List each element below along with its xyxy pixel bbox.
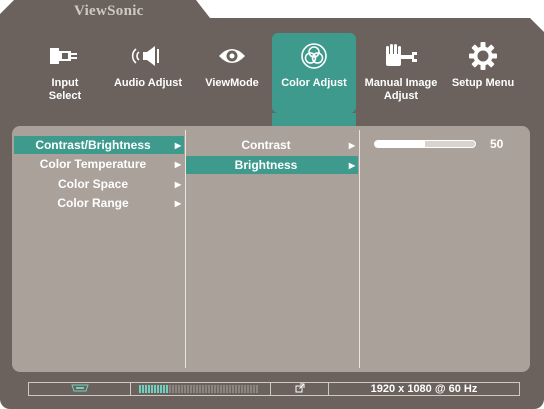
status-link: [270, 382, 328, 396]
color-circles-icon: [300, 39, 328, 73]
status-meter: [130, 382, 270, 396]
meter-segment: [205, 385, 207, 393]
arrow-right-icon: ▶: [174, 198, 182, 208]
speaker-icon: [131, 39, 165, 73]
brightness-slider[interactable]: [374, 140, 476, 148]
tab-label: Manual Image Adjust: [364, 77, 438, 102]
menu-item-color-space[interactable]: Color Space ▶: [14, 175, 184, 193]
meter-segment: [247, 385, 249, 393]
meter-segment: [175, 385, 177, 393]
meter-segment: [172, 385, 174, 393]
meter-segment: [214, 385, 216, 393]
eye-icon: [217, 39, 247, 73]
tab-color-adjust[interactable]: Color Adjust: [272, 33, 356, 113]
meter-segment: [253, 385, 255, 393]
arrow-right-icon: ▶: [174, 179, 182, 189]
tab-label: Setup Menu: [451, 77, 515, 89]
slider-fill: [375, 141, 425, 147]
menu-item-label: Color Range: [57, 196, 129, 210]
meter-segment: [220, 385, 222, 393]
tab-viewmode[interactable]: ViewMode: [196, 33, 268, 113]
input-select-icon: [49, 39, 81, 73]
meter-segment: [223, 385, 225, 393]
meter-segment: [202, 385, 204, 393]
arrow-right-icon: ▶: [348, 160, 356, 170]
level-meter: [139, 385, 258, 393]
tab-label: Audio Adjust: [113, 77, 183, 89]
meter-segment: [256, 385, 258, 393]
menu-item-color-range[interactable]: Color Range ▶: [14, 194, 184, 212]
arrow-right-icon: ▶: [348, 140, 356, 150]
meter-segment: [232, 385, 234, 393]
hand-wrench-icon: [383, 39, 419, 73]
menu-item-contrast-brightness[interactable]: Contrast/Brightness ▶: [14, 136, 184, 154]
status-bar: 1920 x 1080 @ 60 Hz: [28, 382, 520, 396]
tab-label: Input Select: [48, 77, 82, 102]
column-divider: [359, 130, 360, 368]
menu-item-label: Color Space: [57, 177, 129, 191]
menu-item-label: Brightness: [234, 158, 298, 172]
menu-item-label: Contrast/Brightness: [35, 138, 151, 152]
menu-item-label: Color Temperature: [39, 157, 147, 171]
tab-label: Color Adjust: [281, 77, 347, 89]
meter-segment: [187, 385, 189, 393]
meter-segment: [211, 385, 213, 393]
tab-label: ViewMode: [205, 77, 259, 89]
status-input: [28, 382, 130, 396]
meter-segment: [139, 385, 141, 393]
meter-segment: [163, 385, 165, 393]
meter-segment: [196, 385, 198, 393]
tab-manual-image-adjust[interactable]: Manual Image Adjust: [360, 33, 442, 113]
external-link-icon: [295, 383, 305, 396]
menu-item-brightness[interactable]: Brightness ▶: [186, 156, 358, 174]
hdmi-icon: [70, 383, 89, 395]
arrow-right-icon: ▶: [174, 140, 182, 150]
status-resolution: 1920 x 1080 @ 60 Hz: [328, 382, 520, 396]
meter-segment: [145, 385, 147, 393]
meter-segment: [154, 385, 156, 393]
meter-segment: [244, 385, 246, 393]
meter-segment: [178, 385, 180, 393]
tab-audio-adjust[interactable]: Audio Adjust: [108, 33, 188, 113]
meter-segment: [238, 385, 240, 393]
menu-item-color-temperature[interactable]: Color Temperature ▶: [14, 155, 184, 173]
brand-logo: ViewSonic: [74, 3, 144, 19]
meter-segment: [181, 385, 183, 393]
meter-segment: [241, 385, 243, 393]
meter-segment: [160, 385, 162, 393]
arrow-right-icon: ▶: [174, 159, 182, 169]
meter-segment: [226, 385, 228, 393]
meter-segment: [250, 385, 252, 393]
meter-segment: [166, 385, 168, 393]
gear-icon: [468, 39, 498, 73]
meter-segment: [235, 385, 237, 393]
meter-segment: [193, 385, 195, 393]
tab-input-select[interactable]: Input Select: [30, 33, 100, 113]
meter-segment: [142, 385, 144, 393]
tab-setup-menu[interactable]: Setup Menu: [446, 33, 520, 113]
slider-value: 50: [490, 137, 504, 151]
meter-segment: [169, 385, 171, 393]
meter-segment: [184, 385, 186, 393]
meter-segment: [199, 385, 201, 393]
meter-segment: [157, 385, 159, 393]
active-tab-connector: [272, 113, 356, 127]
meter-segment: [217, 385, 219, 393]
meter-segment: [208, 385, 210, 393]
meter-segment: [148, 385, 150, 393]
meter-segment: [190, 385, 192, 393]
menu-item-label: Contrast: [241, 138, 291, 152]
meter-segment: [229, 385, 231, 393]
meter-segment: [151, 385, 153, 393]
menu-item-contrast[interactable]: Contrast ▶: [186, 136, 358, 154]
